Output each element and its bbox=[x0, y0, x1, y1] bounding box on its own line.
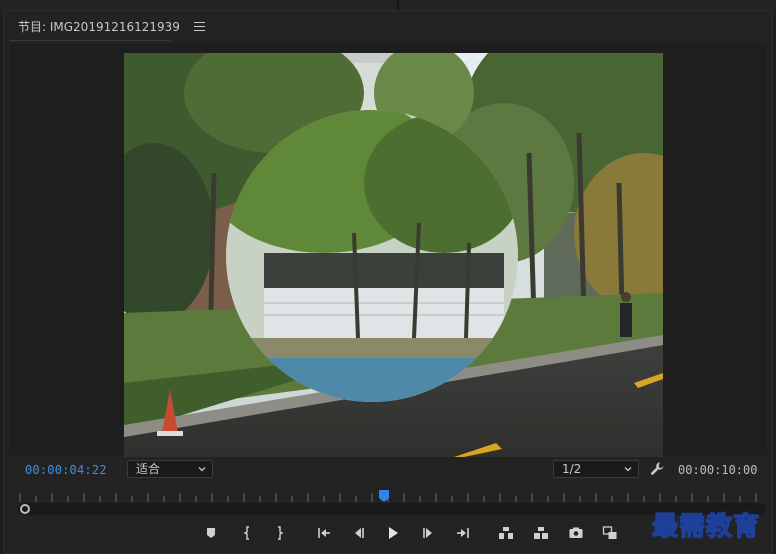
step-forward-button[interactable] bbox=[420, 524, 438, 542]
hamburger-menu-icon[interactable] bbox=[193, 21, 205, 31]
step-back-button[interactable] bbox=[349, 524, 367, 542]
chevron-down-icon bbox=[198, 467, 206, 472]
export-frame-icon bbox=[569, 527, 583, 538]
go-to-out-button[interactable] bbox=[454, 524, 472, 542]
add-marker-button[interactable] bbox=[202, 524, 220, 542]
playback-resolution-value: 1/2 bbox=[562, 462, 582, 476]
active-tab-underline bbox=[10, 40, 170, 41]
go-to-in-button[interactable] bbox=[315, 524, 333, 542]
duration-timecode: 00:00:10:00 bbox=[678, 463, 758, 477]
add-marker-icon bbox=[207, 528, 215, 538]
top-strip bbox=[0, 0, 776, 10]
chevron-down-icon bbox=[624, 467, 632, 472]
mark-in-icon bbox=[243, 526, 249, 540]
time-ruler[interactable] bbox=[18, 490, 764, 504]
step-back-icon bbox=[355, 528, 364, 538]
video-scene-image bbox=[124, 53, 663, 457]
mark-out-button[interactable] bbox=[270, 524, 288, 542]
mark-in-button[interactable] bbox=[239, 524, 257, 542]
go-to-in-icon bbox=[318, 528, 330, 538]
lift-icon bbox=[499, 527, 513, 539]
comparison-view-icon bbox=[602, 526, 617, 539]
watermark-logo: 最需教育 bbox=[651, 511, 761, 543]
extract-button[interactable] bbox=[532, 524, 550, 542]
zoom-fit-value: 适合 bbox=[136, 462, 161, 476]
lift-button[interactable] bbox=[497, 524, 515, 542]
play-icon bbox=[389, 527, 398, 539]
play-button[interactable] bbox=[384, 524, 402, 542]
scrollbar-handle[interactable] bbox=[20, 504, 30, 514]
panel-header: 节目: IMG20191216121939 bbox=[18, 16, 205, 36]
comparison-view-button[interactable] bbox=[601, 524, 619, 542]
step-forward-icon bbox=[423, 528, 432, 538]
panel-title[interactable]: 节目: IMG20191216121939 bbox=[18, 18, 180, 35]
panel-divider[interactable] bbox=[397, 0, 399, 10]
video-frame[interactable] bbox=[124, 53, 663, 457]
export-frame-button[interactable] bbox=[567, 524, 585, 542]
current-timecode[interactable]: 00:00:04:22 bbox=[25, 463, 107, 477]
playback-resolution-select[interactable]: 1/2 bbox=[553, 460, 639, 478]
playhead-marker[interactable] bbox=[378, 490, 389, 502]
zoom-fit-select[interactable]: 适合 bbox=[127, 460, 213, 478]
mark-out-icon bbox=[278, 526, 284, 540]
extract-icon bbox=[534, 527, 548, 539]
wrench-icon[interactable] bbox=[650, 461, 665, 476]
go-to-out-icon bbox=[457, 528, 469, 538]
